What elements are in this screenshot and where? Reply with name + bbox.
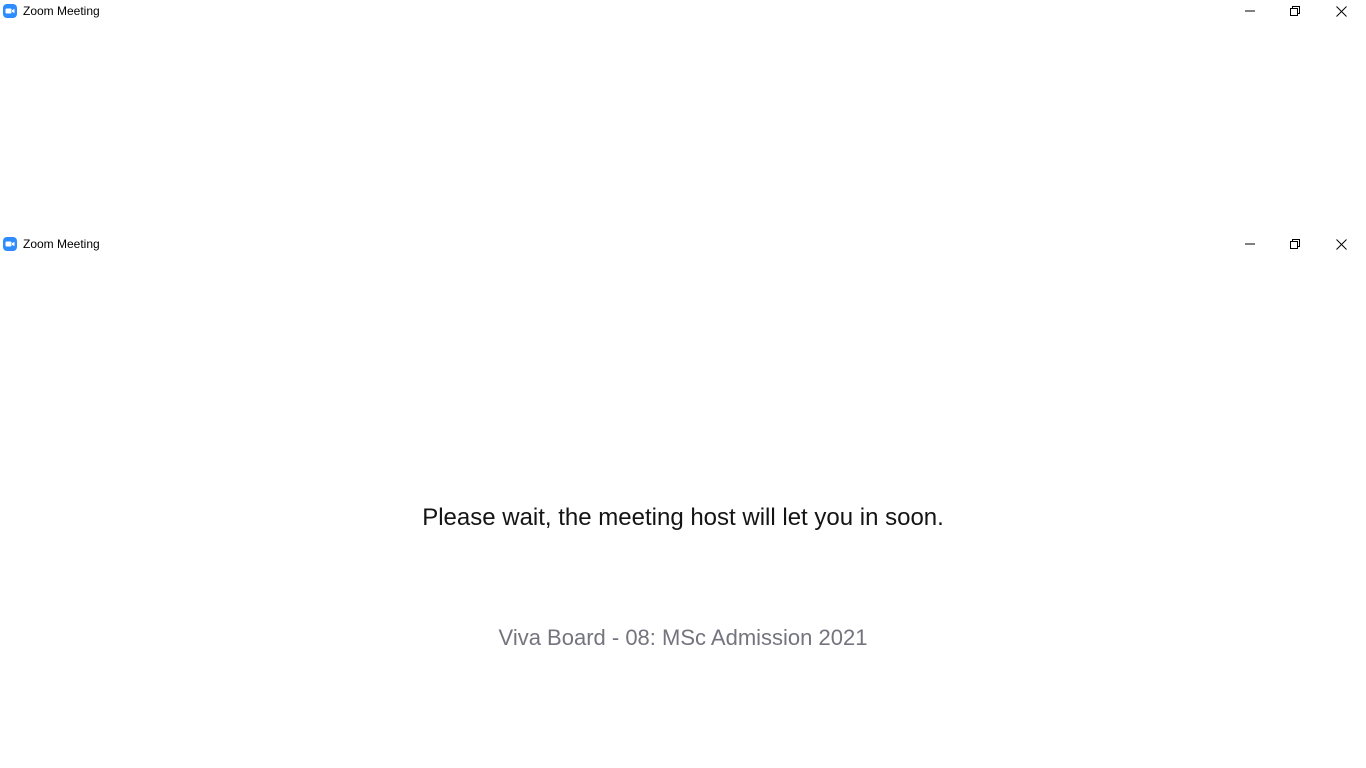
zoom-meeting-window-back: Zoom Meeting (0, 0, 1366, 233)
restore-button[interactable] (1272, 233, 1318, 255)
window-title: Zoom Meeting (23, 4, 100, 18)
meeting-topic: Viva Board - 08: MSc Admission 2021 (498, 625, 868, 650)
close-button[interactable] (1318, 0, 1364, 22)
window-title: Zoom Meeting (23, 237, 100, 251)
title-bar[interactable]: Zoom Meeting (0, 233, 1366, 256)
restore-icon (1290, 239, 1300, 249)
minimize-icon (1245, 10, 1255, 12)
title-bar[interactable]: Zoom Meeting (0, 0, 1366, 23)
close-button[interactable] (1318, 233, 1364, 255)
zoom-camera-icon (3, 237, 17, 251)
waiting-room-message: Please wait, the meeting host will let y… (422, 504, 944, 531)
minimize-button[interactable] (1227, 233, 1273, 255)
close-icon (1335, 5, 1347, 17)
restore-button[interactable] (1272, 0, 1318, 22)
minimize-icon (1245, 243, 1255, 245)
zoom-meeting-window-waiting-room: Zoom Meeting Please wait, the meeting ho… (0, 233, 1366, 768)
close-icon (1335, 238, 1347, 250)
restore-icon (1290, 6, 1300, 16)
minimize-button[interactable] (1227, 0, 1273, 22)
zoom-camera-icon (3, 4, 17, 18)
